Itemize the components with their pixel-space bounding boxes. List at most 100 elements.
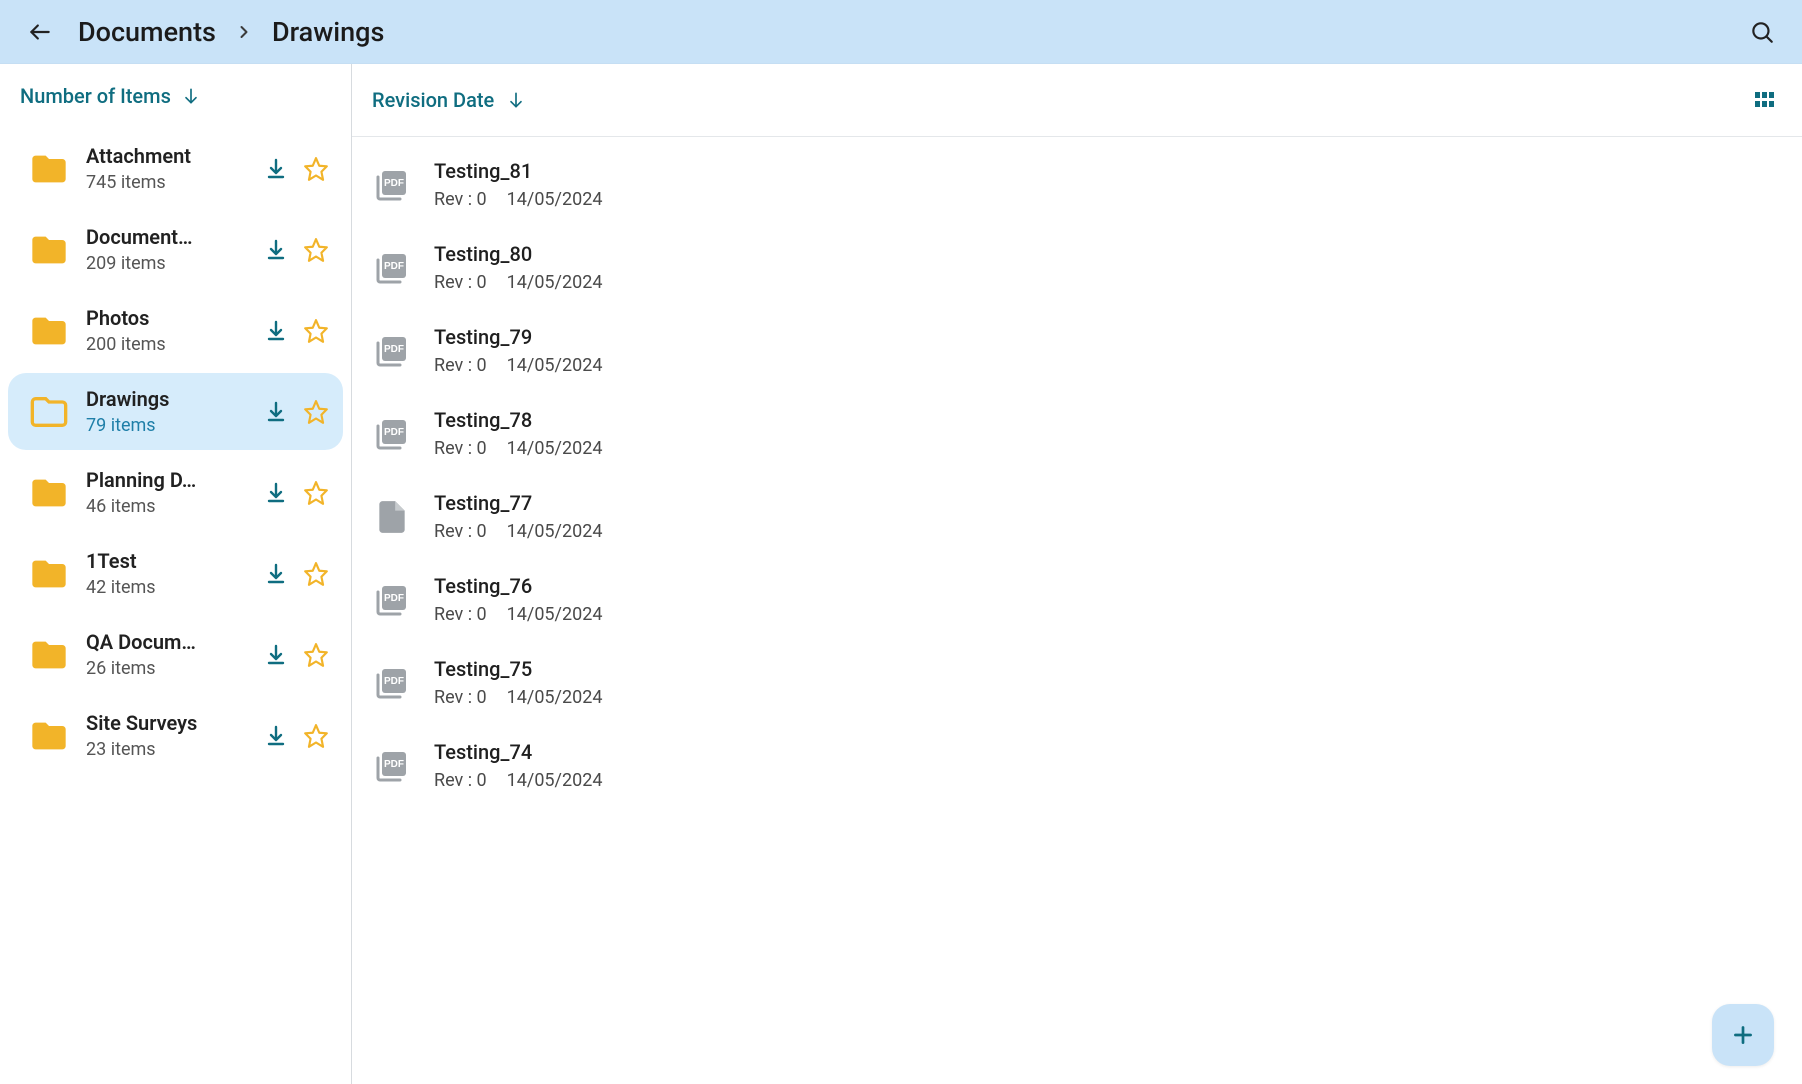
folder-icon	[28, 310, 70, 352]
folder-row[interactable]: Drawings 79 items	[8, 373, 343, 450]
file-row[interactable]: PDF Testing_75Rev : 014/05/2024	[352, 641, 1802, 724]
file-name: Testing_81	[434, 159, 602, 183]
favorite-button[interactable]	[303, 723, 329, 749]
file-name: Testing_76	[434, 574, 602, 598]
file-row[interactable]: Testing_77 Rev : 0 14/05/2024	[352, 475, 1802, 558]
folder-count: 79 items	[86, 415, 247, 436]
folder-name: Attachment	[86, 144, 216, 168]
folder-row[interactable]: Attachment 745 items	[8, 130, 343, 207]
folder-icon	[28, 715, 70, 757]
folder-row[interactable]: Document… 209 items	[8, 211, 343, 288]
file-revision: Rev : 0	[434, 189, 487, 210]
main-panel: Revision Date PDF Testing_81 Rev : 0 14/05…	[352, 64, 1802, 1084]
file-date: 14/05/2024	[507, 355, 603, 376]
favorite-button[interactable]	[303, 318, 329, 344]
folder-count: 200 items	[86, 334, 247, 355]
file-name: Testing_77	[434, 491, 602, 515]
folder-row[interactable]: Photos 200 items	[8, 292, 343, 369]
svg-text:PDF: PDF	[384, 593, 404, 604]
folder-icon	[28, 634, 70, 676]
folder-count: 745 items	[86, 172, 247, 193]
folder-name: 1Test	[86, 549, 216, 573]
folder-count: 26 items	[86, 658, 247, 679]
download-button[interactable]	[263, 237, 289, 263]
download-button[interactable]	[263, 561, 289, 587]
folder-open-icon	[28, 391, 70, 433]
pdf-file-icon: PDF	[372, 248, 412, 288]
folder-icon	[28, 148, 70, 190]
folder-count: 209 items	[86, 253, 247, 274]
file-revision: Rev : 0	[434, 521, 487, 542]
main-sort-label: Revision Date	[372, 88, 494, 112]
svg-text:PDF: PDF	[384, 759, 404, 770]
folder-count: 46 items	[86, 496, 247, 517]
folder-name: Drawings	[86, 387, 216, 411]
file-row[interactable]: PDF Testing_76Rev : 014/05/2024	[352, 558, 1802, 641]
file-row[interactable]: PDF Testing_80Rev : 014/05/2024	[352, 226, 1802, 309]
search-button[interactable]	[1742, 12, 1782, 52]
pdf-file-icon: PDF	[372, 414, 412, 454]
folder-name: Photos	[86, 306, 216, 330]
folder-icon	[28, 229, 70, 271]
back-button[interactable]	[20, 12, 60, 52]
breadcrumb-current: Drawings	[272, 16, 384, 48]
folder-name: QA Docum…	[86, 630, 216, 654]
file-date: 14/05/2024	[507, 521, 603, 542]
sidebar-sort-label: Number of Items	[20, 84, 171, 108]
file-row[interactable]: PDF Testing_79Rev : 014/05/2024	[352, 309, 1802, 392]
pdf-file-icon: PDF	[372, 746, 412, 786]
svg-text:PDF: PDF	[384, 344, 404, 355]
folder-icon	[28, 553, 70, 595]
download-button[interactable]	[263, 318, 289, 344]
folder-row[interactable]: Planning D… 46 items	[8, 454, 343, 531]
add-button[interactable]	[1712, 1004, 1774, 1066]
grid-icon	[1752, 88, 1776, 112]
download-button[interactable]	[263, 399, 289, 425]
file-revision: Rev : 0	[434, 770, 487, 791]
folder-name: Planning D…	[86, 468, 216, 492]
favorite-button[interactable]	[303, 480, 329, 506]
file-row[interactable]: PDF Testing_74 Rev : 0 14/05/2024	[352, 724, 1802, 807]
folder-name: Site Surveys	[86, 711, 216, 735]
file-name: Testing_74	[434, 740, 602, 764]
favorite-button[interactable]	[303, 399, 329, 425]
breadcrumb-root[interactable]: Documents	[78, 16, 216, 48]
download-button[interactable]	[263, 156, 289, 182]
plus-icon	[1730, 1022, 1756, 1048]
folder-row[interactable]: QA Docum… 26 items	[8, 616, 343, 693]
arrow-left-icon	[27, 19, 53, 45]
file-date: 14/05/2024	[507, 770, 603, 791]
folder-row[interactable]: 1Test 42 items	[8, 535, 343, 612]
main-sort[interactable]: Revision Date	[352, 64, 1802, 137]
folder-row[interactable]: Site Surveys23 items	[8, 697, 343, 774]
folder-name: Document…	[86, 225, 216, 249]
sort-down-icon	[506, 90, 526, 110]
favorite-button[interactable]	[303, 642, 329, 668]
grid-view-button[interactable]	[1752, 88, 1776, 112]
favorite-button[interactable]	[303, 561, 329, 587]
download-button[interactable]	[263, 480, 289, 506]
file-row[interactable]: PDF Testing_78Rev : 014/05/2024	[352, 392, 1802, 475]
chevron-right-icon	[234, 22, 254, 42]
pdf-file-icon: PDF	[372, 331, 412, 371]
svg-text:PDF: PDF	[384, 427, 404, 438]
breadcrumb: Documents Drawings	[78, 16, 384, 48]
file-name: Testing_75	[434, 657, 602, 681]
favorite-button[interactable]	[303, 237, 329, 263]
pdf-file-icon: PDF	[372, 580, 412, 620]
sidebar-sort[interactable]: Number of Items	[0, 64, 351, 126]
folder-count: 42 items	[86, 577, 247, 598]
file-icon	[372, 497, 412, 537]
pdf-file-icon: PDF	[372, 165, 412, 205]
file-row[interactable]: PDF Testing_81Rev : 014/05/2024	[352, 143, 1802, 226]
file-date: 14/05/2024	[507, 438, 603, 459]
file-date: 14/05/2024	[507, 272, 603, 293]
file-revision: Rev : 0	[434, 355, 487, 376]
file-revision: Rev : 0	[434, 687, 487, 708]
topbar: Documents Drawings	[0, 0, 1802, 64]
download-button[interactable]	[263, 723, 289, 749]
download-button[interactable]	[263, 642, 289, 668]
file-name: Testing_80	[434, 242, 602, 266]
favorite-button[interactable]	[303, 156, 329, 182]
svg-text:PDF: PDF	[384, 178, 404, 189]
